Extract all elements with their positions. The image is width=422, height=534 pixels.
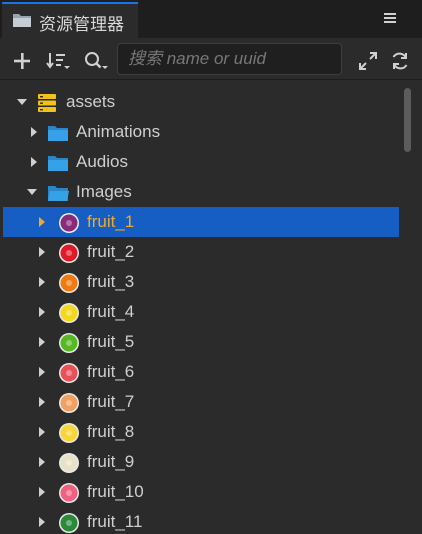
tree-item-image[interactable]: fruit_8 — [0, 417, 400, 447]
chevron-down-icon[interactable] — [16, 96, 28, 108]
chevron-right-icon[interactable] — [36, 366, 48, 378]
tree-item-label: fruit_3 — [87, 272, 135, 291]
menu-icon[interactable] — [380, 8, 400, 28]
chevron-right-icon[interactable] — [28, 126, 40, 138]
assets-panel: 资源管理器 搜索 name or uuid assets Animations … — [0, 0, 422, 534]
tree-item-label: Animations — [76, 122, 161, 141]
search-filter-icon[interactable] — [83, 50, 111, 72]
chevron-right-icon[interactable] — [36, 396, 48, 408]
tree-item-animations[interactable]: Animations — [0, 117, 400, 147]
folder-icon — [48, 156, 68, 171]
chevron-right-icon[interactable] — [36, 456, 48, 468]
chevron-down-icon[interactable] — [26, 186, 38, 198]
fruit-image-icon — [59, 453, 79, 473]
search-box — [117, 43, 342, 75]
tab-assets[interactable]: 资源管理器 — [2, 2, 138, 38]
fruit-image-icon — [59, 483, 79, 503]
tree-item-image[interactable]: fruit_1 — [3, 207, 399, 237]
tree-item-image[interactable]: fruit_2 — [0, 237, 400, 267]
tree-item-label: Audios — [76, 152, 128, 171]
tree-item-image[interactable]: fruit_6 — [0, 357, 400, 387]
tab-bar: 资源管理器 — [0, 0, 422, 38]
tree-item-label: fruit_5 — [87, 332, 135, 351]
tree-item-label: fruit_8 — [87, 422, 135, 441]
tree-item-label: fruit_7 — [87, 392, 135, 411]
tree-item-label: assets — [66, 92, 116, 111]
chevron-right-icon[interactable] — [36, 486, 48, 498]
folder-icon — [48, 126, 68, 141]
refresh-icon[interactable] — [389, 50, 411, 72]
tree-item-image[interactable]: fruit_11 — [0, 507, 400, 534]
add-icon[interactable] — [11, 50, 33, 72]
fruit-image-icon — [59, 213, 79, 233]
tree-item-label: fruit_1 — [87, 212, 135, 231]
chevron-right-icon[interactable] — [36, 246, 48, 258]
tree-item-audios[interactable]: Audios — [0, 147, 400, 177]
tree-item-label: fruit_9 — [87, 452, 135, 471]
tree-item-image[interactable]: fruit_3 — [0, 267, 400, 297]
tree-item-image[interactable]: fruit_7 — [0, 387, 400, 417]
chevron-right-icon[interactable] — [36, 336, 48, 348]
fruit-image-icon — [59, 273, 79, 293]
tree-item-image[interactable]: fruit_9 — [0, 447, 400, 477]
tree-item-assets[interactable]: assets — [0, 87, 400, 117]
folder-icon — [13, 14, 31, 27]
tree-item-label: fruit_10 — [87, 482, 144, 501]
fruit-image-icon — [59, 333, 79, 353]
sort-icon[interactable] — [45, 50, 73, 72]
scrollbar-thumb[interactable] — [404, 88, 411, 152]
fruit-image-icon — [59, 423, 79, 443]
tree-item-image[interactable]: fruit_5 — [0, 327, 400, 357]
chevron-right-icon[interactable] — [36, 306, 48, 318]
fruit-image-icon — [59, 243, 79, 263]
tab-title: 资源管理器 — [39, 15, 124, 35]
database-icon — [38, 94, 56, 112]
chevron-right-icon[interactable] — [36, 276, 48, 288]
tree-item-image[interactable]: fruit_4 — [0, 297, 400, 327]
fruit-image-icon — [59, 393, 79, 413]
search-input[interactable] — [118, 44, 341, 74]
toolbar — [0, 40, 422, 80]
tree-item-label: fruit_2 — [87, 242, 135, 261]
expand-icon[interactable] — [357, 50, 379, 72]
fruit-image-icon — [59, 303, 79, 323]
chevron-right-icon[interactable] — [28, 156, 40, 168]
fruit-image-icon — [59, 513, 79, 533]
chevron-right-icon[interactable] — [36, 516, 48, 528]
fruit-image-icon — [59, 363, 79, 383]
tree-item-label: fruit_11 — [87, 512, 143, 531]
tree-item-images[interactable]: Images — [0, 177, 400, 207]
chevron-right-icon[interactable] — [36, 216, 48, 228]
tree-item-label: fruit_4 — [87, 302, 135, 321]
folder-open-icon — [48, 186, 69, 201]
chevron-right-icon[interactable] — [36, 426, 48, 438]
tree-item-label: fruit_6 — [87, 362, 135, 381]
tree-item-label: Images — [76, 182, 132, 201]
tree-item-image[interactable]: fruit_10 — [0, 477, 400, 507]
